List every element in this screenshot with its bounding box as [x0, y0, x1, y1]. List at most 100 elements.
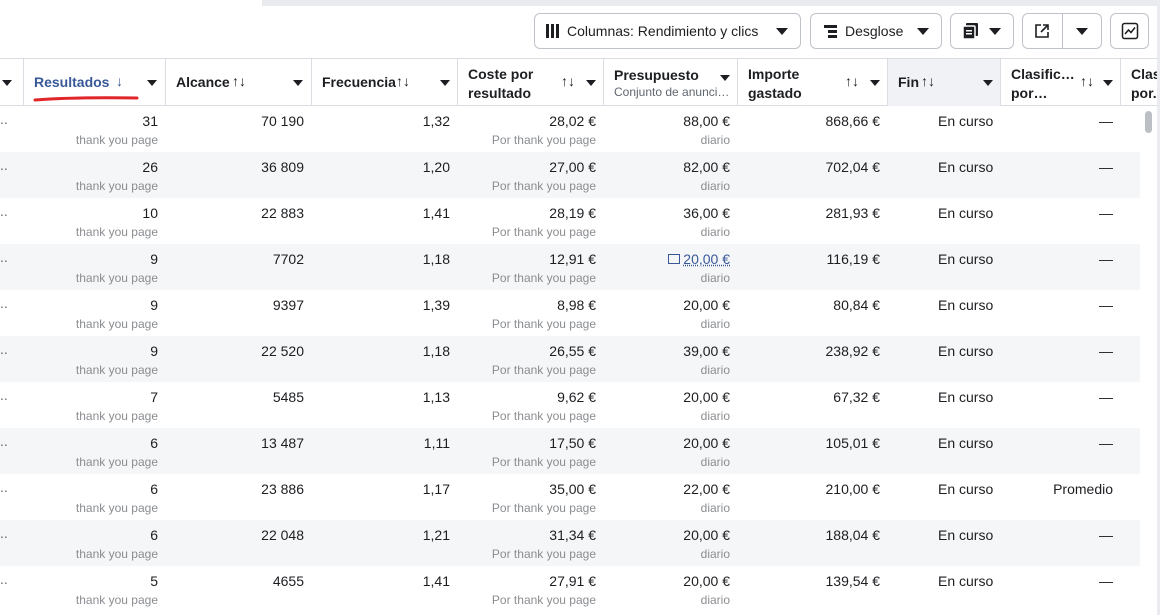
- end-value: En curso: [938, 435, 994, 451]
- cell-end: En curso: [888, 244, 1001, 290]
- cost-value: 28,02 €: [549, 113, 596, 129]
- cost-sub: Por thank you page: [491, 271, 596, 285]
- cell-cost-per-result: 31,34 € Por thank you page: [458, 520, 604, 566]
- header-ranking-2[interactable]: Clas por.: [1121, 59, 1157, 106]
- budget-value: 20,00 €: [683, 527, 730, 543]
- cell-cost-per-result: 27,00 € Por thank you page: [458, 152, 604, 198]
- row-name-truncated: ..: [0, 479, 8, 495]
- cell-budget: 88,00 € diario: [604, 106, 738, 152]
- chevron-down-icon: [440, 80, 450, 86]
- header-amount-spent[interactable]: Importe gastado ↑↓: [738, 59, 888, 106]
- cell-end: En curso: [888, 566, 1001, 612]
- cell-cost-per-result: 27,91 € Por thank you page: [458, 566, 604, 612]
- table-row[interactable]: .. 6 thank you page 22 048 1,21 31,34 € …: [0, 520, 1140, 566]
- export-dropdown-button[interactable]: [1062, 14, 1101, 48]
- cost-value: 26,55 €: [549, 343, 596, 359]
- frequency-value: 1,11: [423, 435, 450, 451]
- cost-value: 17,50 €: [549, 435, 596, 451]
- budget-value: 88,00 €: [683, 113, 730, 129]
- table-row[interactable]: .. 5 thank you page 4655 1,41 27,91 € Po…: [0, 566, 1140, 612]
- scrollbar-thumb[interactable]: [1145, 111, 1152, 133]
- cost-sub: Por thank you page: [491, 133, 596, 147]
- cell-end: En curso: [888, 198, 1001, 244]
- columns-button-label: Columnas: Rendimiento y clics: [567, 23, 759, 39]
- spent-value: 188,04 €: [825, 527, 881, 543]
- header-cost-line2: resultado: [468, 85, 532, 101]
- vertical-scrollbar[interactable]: [1141, 106, 1157, 615]
- budget-sub: diario: [700, 409, 730, 423]
- row-name-truncated: ..: [0, 295, 8, 311]
- table-row[interactable]: .. 9 thank you page 7702 1,18 12,91 € Po…: [0, 244, 1140, 290]
- cost-value: 27,91 €: [549, 573, 596, 589]
- table-row[interactable]: .. 6 thank you page 13 487 1,11 17,50 € …: [0, 428, 1140, 474]
- header-name-tail[interactable]: [0, 59, 24, 106]
- header-reach-label: Alcance: [176, 74, 230, 90]
- header-frequency[interactable]: Frecuencia ↑↓: [312, 59, 458, 106]
- budget-value: 20,00 €: [683, 573, 730, 589]
- end-value: En curso: [938, 159, 994, 175]
- cell-reach: 22 048: [166, 520, 312, 566]
- header-ranking[interactable]: Clasific… por… ↑↓: [1001, 59, 1121, 106]
- budget-value[interactable]: 20,00 €: [668, 251, 730, 267]
- budget-value: 36,00 €: [683, 205, 730, 221]
- table-row[interactable]: .. 26 thank you page 36 809 1,20 27,00 €…: [0, 152, 1140, 198]
- cell-results: 9 thank you page: [24, 244, 166, 290]
- header-results-label: Resultados: [34, 74, 110, 90]
- header-spent-line1: Importe: [748, 66, 800, 82]
- frequency-value: 1,39: [422, 297, 450, 313]
- columns-button[interactable]: Columnas: Rendimiento y clics: [534, 13, 801, 49]
- frequency-value: 1,17: [422, 481, 450, 497]
- cell-end: En curso: [888, 382, 1001, 428]
- budget-value: 20,00 €: [683, 435, 730, 451]
- cell-budget: 20,00 € diario: [604, 520, 738, 566]
- chart-button[interactable]: [1110, 13, 1149, 49]
- end-value: En curso: [938, 343, 994, 359]
- frequency-value: 1,21: [422, 527, 450, 543]
- cell-amount-spent: 238,92 €: [738, 336, 888, 382]
- table-row[interactable]: .. 31 thank you page 70 190 1,32 28,02 €…: [0, 106, 1140, 152]
- reports-button[interactable]: [950, 13, 1014, 49]
- header-end[interactable]: Fin ↑↓: [888, 59, 1001, 106]
- cell-amount-spent: 116,19 €: [738, 244, 888, 290]
- header-rank2-line2: por.: [1131, 85, 1157, 101]
- results-value: 6: [150, 435, 158, 451]
- cost-sub: Por thank you page: [491, 225, 596, 239]
- cell-results: 7 thank you page: [24, 382, 166, 428]
- row-name-truncated: ..: [0, 525, 8, 541]
- reach-value: 9397: [272, 297, 304, 313]
- results-value: 6: [150, 527, 158, 543]
- results-value: 9: [150, 297, 158, 313]
- table-row[interactable]: .. 7 thank you page 5485 1,13 9,62 € Por…: [0, 382, 1140, 428]
- table-row[interactable]: .. 9 thank you page 22 520 1,18 26,55 € …: [0, 336, 1140, 382]
- budget-chart-icon: [668, 254, 681, 264]
- cell-end: En curso: [888, 428, 1001, 474]
- table-row[interactable]: .. 6 thank you page 23 886 1,17 35,00 € …: [0, 474, 1140, 520]
- header-spent-line2: gastado: [748, 85, 802, 101]
- ranking-value: —: [1099, 389, 1113, 405]
- cell-reach: 5485: [166, 382, 312, 428]
- cell-cost-per-result: 28,02 € Por thank you page: [458, 106, 604, 152]
- results-sub: thank you page: [75, 547, 158, 561]
- header-cost-per-result[interactable]: Coste por resultado ↑↓: [458, 59, 604, 106]
- cell-end: En curso: [888, 290, 1001, 336]
- cell-amount-spent: 868,66 €: [738, 106, 888, 152]
- export-button[interactable]: [1023, 14, 1062, 48]
- end-value: En curso: [938, 573, 994, 589]
- table-row[interactable]: .. 10 thank you page 22 883 1,41 28,19 €…: [0, 198, 1140, 244]
- results-value: 31: [142, 113, 158, 129]
- header-reach[interactable]: Alcance ↑↓: [166, 59, 312, 106]
- ranking-value: —: [1099, 251, 1113, 267]
- spent-value: 210,00 €: [825, 481, 881, 497]
- spent-value: 67,32 €: [833, 389, 880, 405]
- header-budget[interactable]: Presupuesto Conjunto de anunci…: [604, 59, 738, 106]
- cost-sub: Por thank you page: [491, 547, 596, 561]
- cell-cost-per-result: 26,55 € Por thank you page: [458, 336, 604, 382]
- results-value: 9: [150, 251, 158, 267]
- cell-amount-spent: 702,04 €: [738, 152, 888, 198]
- cell-cost-per-result: 35,00 € Por thank you page: [458, 474, 604, 520]
- breakdown-button[interactable]: Desglose: [810, 13, 942, 49]
- table-row[interactable]: .. 9 thank you page 9397 1,39 8,98 € Por…: [0, 290, 1140, 336]
- results-value: 9: [150, 343, 158, 359]
- cell-end: En curso: [888, 520, 1001, 566]
- chevron-down-icon: [989, 28, 1001, 35]
